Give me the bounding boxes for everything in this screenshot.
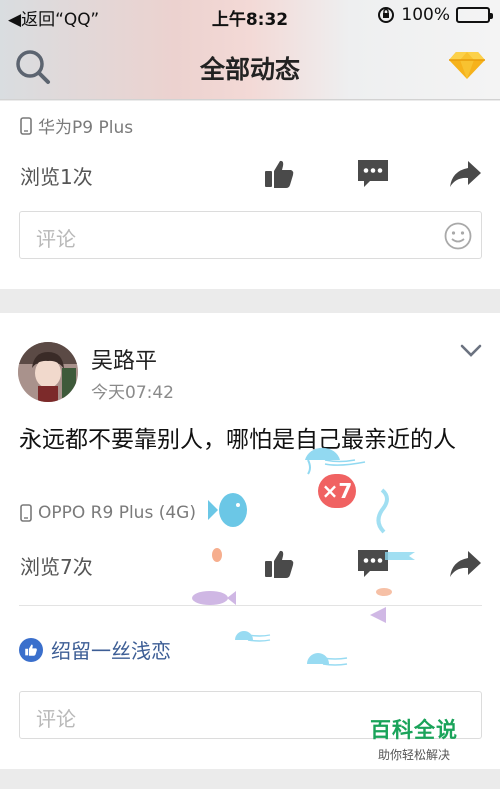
liker-name[interactable]: 绍留一丝浅恋	[51, 635, 171, 664]
post-time: 今天07:42	[91, 383, 174, 403]
thumbs-up-icon	[265, 160, 294, 188]
share-arrow-icon	[450, 161, 481, 187]
battery-icon	[456, 7, 493, 23]
like-multiplier-badge: ×7	[318, 474, 356, 508]
rotation-lock-icon	[378, 7, 395, 23]
comment-bubble-icon	[358, 160, 388, 187]
share-button[interactable]	[448, 157, 482, 191]
watermark-subtitle: 助你轻松解决	[377, 748, 450, 762]
page-title: 全部动态	[199, 55, 300, 84]
diamond-icon[interactable]	[448, 50, 486, 84]
phone-icon	[20, 116, 32, 135]
share-button[interactable]	[448, 547, 482, 581]
like-badge-icon	[19, 637, 43, 662]
feed-card-previous: 华为P9 Plus 浏览1次 评论	[0, 101, 500, 289]
comment-placeholder: 评论	[36, 227, 76, 251]
comment-button[interactable]	[356, 157, 390, 191]
emoji-icon[interactable]	[443, 221, 473, 255]
device-label: 华为P9 Plus	[38, 118, 134, 138]
comment-placeholder: 评论	[36, 707, 76, 731]
like-animation-effect	[192, 447, 415, 666]
user-name[interactable]: 吴路平	[91, 343, 157, 375]
status-right: 100%	[377, 5, 493, 25]
device-info: OPPO R9 Plus (4G)	[20, 503, 196, 523]
battery-percent: 100%	[401, 5, 450, 25]
view-count: 浏览1次	[20, 165, 93, 189]
comment-input[interactable]: 评论	[19, 211, 482, 259]
navigation-bar: 全部动态	[0, 36, 500, 96]
chevron-down-icon[interactable]	[460, 343, 482, 362]
watermark-title: 百科全说	[370, 718, 458, 742]
view-count: 浏览7次	[20, 555, 93, 579]
like-list[interactable]: 绍留一丝浅恋	[19, 635, 171, 664]
device-info: 华为P9 Plus	[20, 113, 133, 138]
like-button[interactable]	[262, 157, 296, 191]
avatar[interactable]	[18, 342, 78, 402]
device-label: OPPO R9 Plus (4G)	[38, 503, 196, 523]
phone-icon	[20, 504, 32, 522]
watermark: 百科全说 助你轻松解决	[358, 714, 470, 763]
share-arrow-icon	[450, 551, 481, 577]
status-bar: ◀返回“QQ” 上午8:32 100%	[0, 0, 500, 32]
top-bar: ◀返回“QQ” 上午8:32 100% 全部动态	[0, 0, 500, 100]
